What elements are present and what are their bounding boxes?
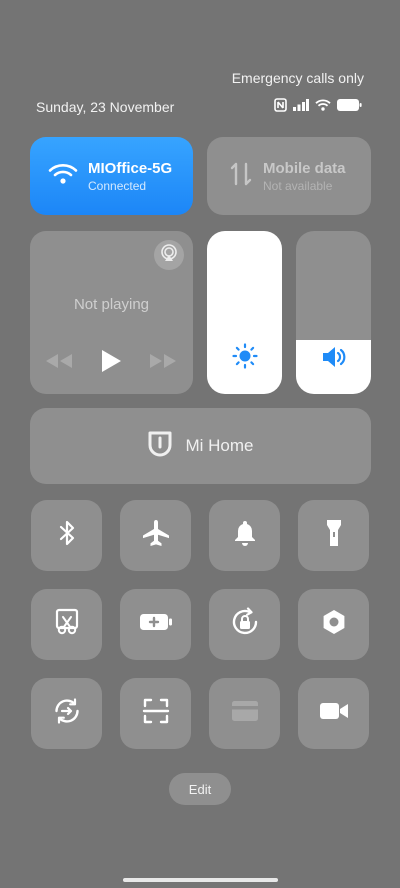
next-icon[interactable] [148,352,178,375]
airplane-toggle[interactable] [120,500,191,571]
rotation-lock-toggle[interactable] [209,589,280,660]
volume-slider[interactable] [296,231,371,394]
sound-toggle[interactable] [209,500,280,571]
carrier-status: Emergency calls only [231,70,364,86]
flashlight-icon [325,518,343,553]
sync-toggle[interactable] [31,678,102,749]
volume-icon [321,345,347,374]
wifi-network-name: MIOffice-5G [88,159,173,177]
airplane-icon [141,518,171,553]
brightness-icon [231,343,258,374]
mi-home-icon [147,430,173,463]
battery-icon [337,99,362,111]
media-controls [44,348,178,379]
status-icons [274,98,362,112]
sync-icon [52,696,82,731]
rotation-lock-icon [230,607,260,642]
scanner-icon [142,697,170,730]
wifi-status: Connected [88,178,147,193]
screenshot-icon [54,608,80,641]
video-toggle[interactable] [298,678,369,749]
card-icon [231,700,259,727]
bell-icon [233,519,257,552]
mobile-data-icon [229,160,253,193]
edit-button[interactable]: Edit [169,773,231,805]
card-toggle[interactable] [209,678,280,749]
battery-saver-toggle[interactable] [120,589,191,660]
settings-toggle[interactable] [298,589,369,660]
media-status: Not playing [73,296,150,313]
signal-icon [293,99,309,111]
mobile-data-status: Not available [263,178,333,193]
settings-icon [321,608,347,641]
mi-home-label: Mi Home [185,436,254,455]
wifi-icon [315,99,331,111]
previous-icon[interactable] [44,352,74,375]
play-icon[interactable] [100,348,122,379]
brightness-slider[interactable] [207,231,282,394]
scanner-toggle[interactable] [120,678,191,749]
date-label: Sunday, 23 November [36,99,175,115]
video-icon [319,701,349,726]
cast-icon [159,243,179,268]
home-indicator[interactable] [123,878,278,882]
nfc-icon [274,98,287,112]
mi-home-tile[interactable]: Mi Home [30,408,371,484]
mobile-data-tile[interactable]: Mobile data Not available [207,137,371,215]
flashlight-toggle[interactable] [298,500,369,571]
bluetooth-icon [57,519,77,552]
cast-button[interactable] [154,240,184,270]
bluetooth-toggle[interactable] [31,500,102,571]
screenshot-toggle[interactable] [31,589,102,660]
wifi-tile[interactable]: MIOffice-5G Connected [30,137,193,215]
mobile-data-title: Mobile data [263,159,346,177]
wifi-icon [48,162,78,191]
battery-saver-icon [139,613,173,636]
